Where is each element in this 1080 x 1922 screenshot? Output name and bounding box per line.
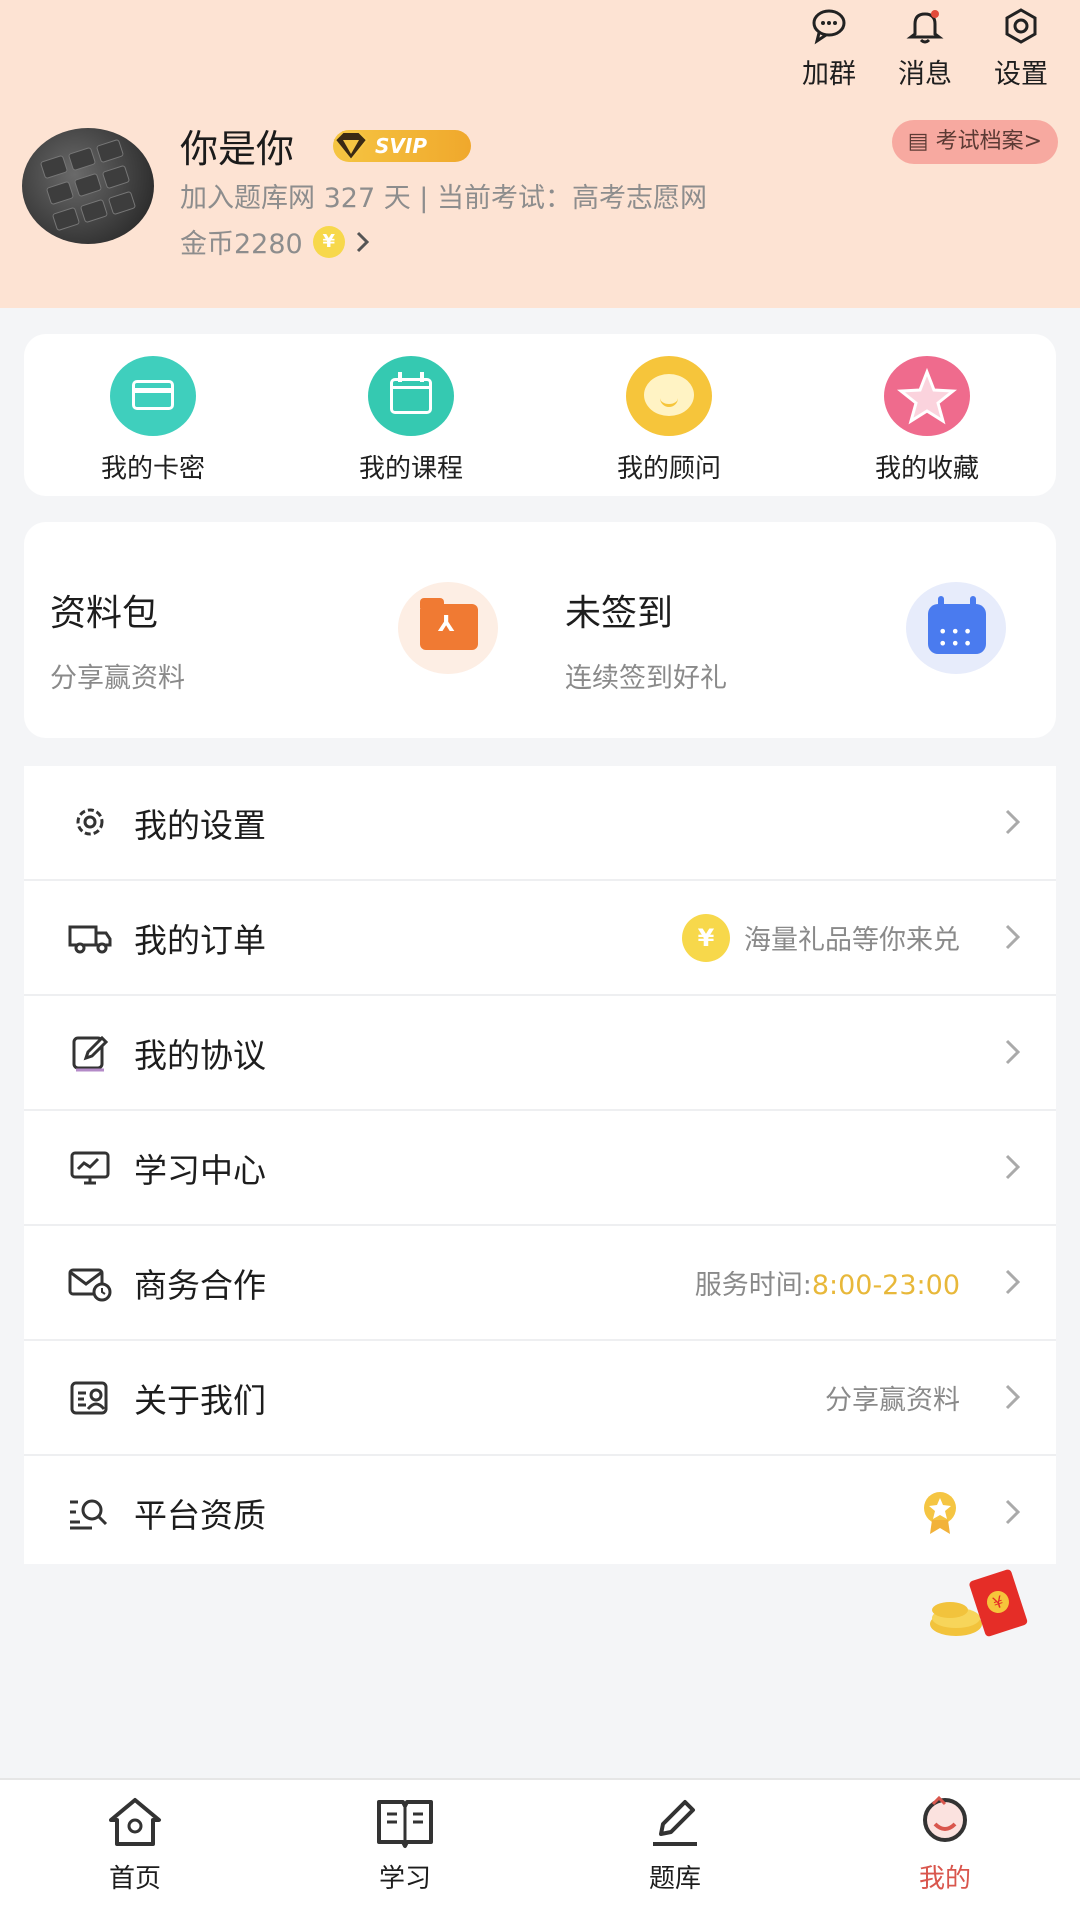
pen-icon	[653, 1800, 697, 1846]
coin-icon: ¥	[312, 225, 345, 258]
quick-action-courses[interactable]: 我的课程	[282, 334, 540, 496]
tab-question-bank[interactable]: 题库	[540, 1780, 810, 1922]
chevron-right-icon	[1005, 1499, 1021, 1525]
menu-label: 我的设置	[134, 805, 266, 845]
exam-file-icon: ▤	[907, 129, 929, 154]
menu-label: 商务合作	[134, 1265, 266, 1305]
avatar[interactable]	[22, 128, 154, 244]
vip-badge: SVIP	[333, 130, 471, 162]
quick-action-favorites[interactable]: 我的收藏	[798, 334, 1056, 496]
exam-file-button[interactable]: ▤ 考试档案>	[891, 120, 1058, 164]
book-icon	[377, 1800, 433, 1848]
join-group-button[interactable]: 加群	[792, 4, 866, 91]
calendar-icon	[368, 356, 454, 436]
quick-action-label: 我的课程	[358, 454, 463, 484]
qualification-badge	[920, 1490, 960, 1536]
coin-balance: 金币2280	[180, 229, 303, 260]
coins-row[interactable]: 金币2280 ¥	[180, 222, 371, 261]
join-group-label: 加群	[802, 59, 856, 90]
tab-mine[interactable]: 我的	[810, 1780, 1080, 1922]
gear-icon	[76, 808, 104, 836]
username: 你是你	[180, 127, 295, 171]
home-icon	[109, 1798, 161, 1846]
chevron-right-icon	[1005, 1384, 1021, 1410]
gift-exchange-text: 海量礼品等你来兑	[744, 925, 960, 956]
quick-action-label: 我的收藏	[874, 454, 979, 484]
diamond-icon	[333, 131, 369, 162]
messages-button[interactable]: 消息	[888, 4, 962, 91]
quick-action-advisor[interactable]: 我的顾问	[540, 334, 798, 496]
checkin-subtitle: 连续签到好礼	[565, 663, 727, 694]
card-icon	[110, 356, 196, 436]
tab-label: 题库	[648, 1864, 701, 1894]
edit-icon	[72, 1035, 109, 1072]
truck-icon	[68, 925, 112, 954]
profile-header: 加群 消息 设置 你是你 SVIP 加入题库网 327 天 | 当前考试：高考志…	[0, 0, 1080, 308]
service-hours-prefix: 服务时间:	[694, 1270, 812, 1301]
menu-item-learning-center[interactable]: 学习中心	[24, 1111, 1056, 1226]
chevron-right-icon	[1005, 809, 1021, 835]
materials-pack[interactable]: 资料包 分享赢资料	[50, 584, 185, 695]
materials-title: 资料包	[50, 593, 159, 634]
tab-label: 首页	[108, 1864, 161, 1894]
menu-list: 我的设置 我的订单 ¥ 海量礼品等你来兑 我的协议 学习中心 商务合作 服务时间…	[24, 766, 1056, 1564]
about-hint-text: 分享赢资料	[825, 1385, 960, 1416]
star-icon	[884, 356, 970, 436]
chat-group-icon	[812, 9, 846, 45]
menu-label: 关于我们	[134, 1380, 266, 1420]
vip-badge-label: SVIP	[375, 134, 427, 158]
about-hint: 分享赢资料	[825, 1378, 960, 1417]
coin-icon: ¥	[682, 913, 730, 962]
quick-action-label: 我的顾问	[616, 454, 721, 484]
top-actions: 加群 消息 设置	[792, 4, 1058, 91]
tab-home[interactable]: 首页	[0, 1780, 270, 1922]
chevron-right-icon	[1005, 1269, 1021, 1295]
messages-label: 消息	[898, 59, 952, 90]
menu-label: 我的协议	[134, 1035, 266, 1075]
chevron-right-icon	[1005, 1039, 1021, 1065]
settings-label: 设置	[994, 59, 1048, 90]
bottom-tabbar: 首页 学习 题库 我的	[0, 1778, 1080, 1922]
pdf-folder-icon[interactable]: ⅄	[398, 582, 498, 674]
profile-meta: 加入题库网 327 天 | 当前考试：高考志愿网	[180, 183, 707, 214]
mail-clock-icon	[68, 1268, 112, 1302]
checkin-calendar-icon[interactable]: ••• •••	[906, 582, 1006, 674]
quick-actions-card: 我的卡密 我的课程 我的顾问 我的收藏	[24, 334, 1056, 496]
gear-icon	[1005, 8, 1037, 44]
menu-item-about[interactable]: 关于我们 分享赢资料	[24, 1341, 1056, 1456]
menu-item-agreements[interactable]: 我的协议	[24, 996, 1056, 1111]
menu-label: 我的订单	[134, 920, 266, 960]
exam-file-label: 考试档案>	[935, 129, 1042, 154]
profile-icon	[923, 1795, 967, 1842]
materials-subtitle: 分享赢资料	[50, 663, 185, 694]
quick-action-label: 我的卡密	[100, 454, 205, 484]
tab-study[interactable]: 学习	[270, 1780, 540, 1922]
service-hours: 服务时间:8:00-23:00	[695, 1263, 960, 1302]
search-list-icon	[70, 1499, 108, 1530]
menu-item-business[interactable]: 商务合作 服务时间:8:00-23:00	[24, 1226, 1056, 1341]
chevron-right-icon	[356, 231, 369, 252]
chevron-right-icon	[1005, 1154, 1021, 1180]
menu-label: 平台资质	[134, 1495, 266, 1535]
menu-item-orders[interactable]: 我的订单 ¥ 海量礼品等你来兑	[24, 881, 1056, 996]
settings-button[interactable]: 设置	[984, 4, 1058, 91]
monitor-icon	[70, 1151, 110, 1185]
gift-exchange-hint: ¥ 海量礼品等你来兑	[682, 913, 960, 962]
tab-label: 我的	[918, 1864, 971, 1894]
menu-label: 学习中心	[134, 1150, 266, 1190]
medal-icon	[924, 1491, 956, 1534]
promo-card: 资料包 分享赢资料 ⅄ 未签到 连续签到好礼 ••• •••	[24, 522, 1056, 738]
service-hours-time: 8:00-23:00	[811, 1270, 960, 1301]
bell-icon	[906, 10, 944, 44]
menu-item-qualifications[interactable]: 平台资质	[24, 1456, 1056, 1569]
checkin-title: 未签到	[565, 593, 674, 634]
chevron-right-icon	[1005, 924, 1021, 950]
chat-bubble-icon	[626, 356, 712, 436]
quick-action-card-secret[interactable]: 我的卡密	[24, 334, 282, 496]
contact-icon	[70, 1381, 108, 1415]
red-packet-icon[interactable]: ¥	[920, 1562, 1040, 1646]
checkin[interactable]: 未签到 连续签到好礼	[565, 584, 727, 695]
menu-item-settings[interactable]: 我的设置	[24, 766, 1056, 881]
tab-label: 学习	[378, 1864, 431, 1894]
